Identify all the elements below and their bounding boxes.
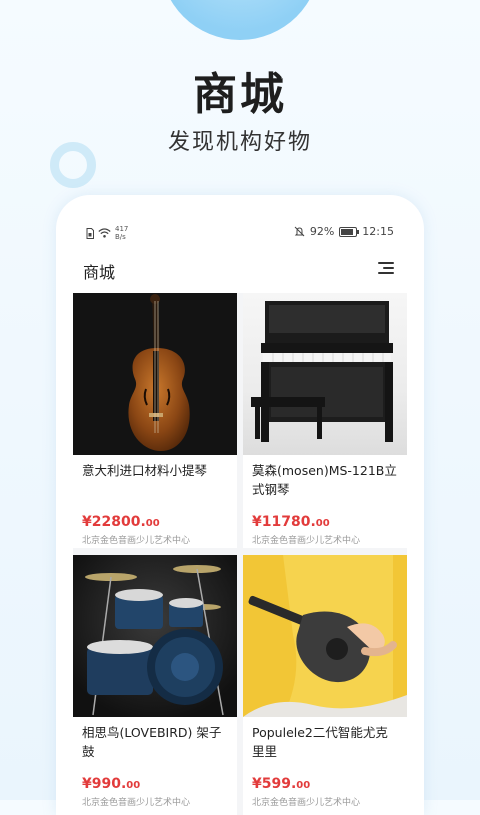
- piano-image: [243, 293, 407, 455]
- product-grid: 意大利进口材料小提琴 ¥22800.00 北京金色音画少儿艺术中心 莫森(mos…: [73, 293, 407, 815]
- status-bar: 417 B/s 92% 12:15: [56, 195, 424, 259]
- violin-image: [73, 293, 237, 455]
- product-card-ukulele[interactable]: Populele2二代智能尤克里里 ¥599.00 北京金色音画少儿艺术中心: [243, 555, 407, 815]
- phone-screen: 417 B/s 92% 12:15 商城 意大利进口材料小提琴 ¥22800.0…: [56, 195, 424, 815]
- product-shop: 北京金色音画少儿艺术中心: [252, 536, 361, 546]
- product-shop: 北京金色音画少儿艺术中心: [82, 536, 191, 546]
- clock: 12:15: [362, 225, 394, 238]
- mute-icon: [294, 226, 305, 237]
- sim-icon: [86, 227, 94, 239]
- drum-kit-image: [73, 555, 237, 717]
- decorative-circle: [160, 0, 320, 40]
- product-card-piano[interactable]: 莫森(mosen)MS-121B立式钢琴 ¥11780.00 北京金色音画少儿艺…: [243, 293, 407, 548]
- network-speed: 417 B/s: [115, 225, 129, 241]
- ukulele-image: [243, 555, 407, 717]
- battery-percent: 92%: [309, 225, 335, 238]
- product-price: ¥990.00: [82, 776, 141, 792]
- product-name: 相思鸟(LOVEBIRD) 架子鼓: [82, 725, 222, 759]
- wifi-icon: [98, 228, 111, 238]
- menu-icon[interactable]: [378, 261, 394, 275]
- hero-subtitle: 发现机构好物: [167, 130, 312, 155]
- product-name: 意大利进口材料小提琴: [82, 463, 208, 478]
- product-card-violin[interactable]: 意大利进口材料小提琴 ¥22800.00 北京金色音画少儿艺术中心: [73, 293, 237, 548]
- product-price: ¥11780.00: [252, 514, 330, 530]
- product-name: 莫森(mosen)MS-121B立式钢琴: [252, 463, 397, 497]
- product-card-drum-kit[interactable]: 相思鸟(LOVEBIRD) 架子鼓 ¥990.00 北京金色音画少儿艺术中心: [73, 555, 237, 815]
- product-price: ¥599.00: [252, 776, 311, 792]
- product-name: Populele2二代智能尤克里里: [252, 725, 388, 759]
- battery-icon: [339, 226, 360, 237]
- product-shop: 北京金色音画少儿艺术中心: [82, 798, 191, 808]
- product-shop: 北京金色音画少儿艺术中心: [252, 798, 361, 808]
- app-bar-title: 商城: [83, 263, 116, 282]
- app-bar: 商城: [56, 253, 424, 287]
- product-price: ¥22800.00: [82, 514, 160, 530]
- hero-title: 商城: [193, 69, 287, 120]
